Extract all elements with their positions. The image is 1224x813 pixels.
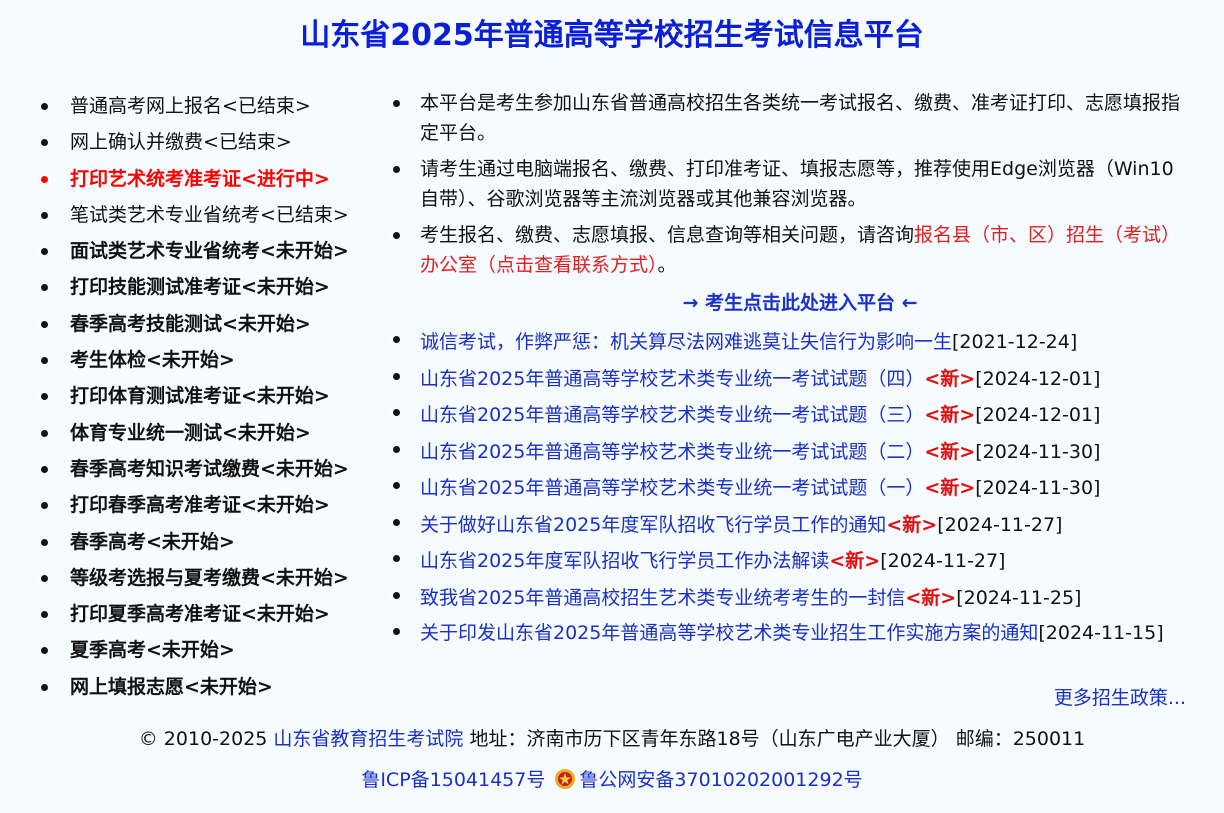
notice-text: 本平台是考生参加山东省普通高校招生各类统一考试报名、缴费、准考证打印、志愿填报指…: [420, 92, 1181, 144]
more-policies-link[interactable]: 更多招生政策...: [1054, 683, 1186, 710]
menu-item[interactable]: 网上确认并缴费<已结束>: [36, 124, 386, 160]
news-date: [2024-11-27]: [880, 550, 1006, 572]
main-content: 本平台是考生参加山东省普通高校招生各类统一考试报名、缴费、准考证打印、志愿填报指…: [390, 88, 1190, 648]
news-title-link[interactable]: 关于做好山东省2025年度军队招收飞行学员工作的通知: [420, 514, 886, 536]
notice-text-end: 。: [657, 254, 677, 276]
new-badge: <新>: [924, 404, 976, 426]
menu-item[interactable]: 网上填报志愿<未开始>: [36, 669, 386, 705]
menu-item[interactable]: 体育专业统一测试<未开始>: [36, 415, 386, 451]
notice-text: 考生报名、缴费、志愿填报、信息查询等相关问题，请咨询: [420, 224, 915, 246]
notice-text: 请考生通过电脑端报名、缴费、打印准考证、填报志愿等，推荐使用Edge浏览器（Wi…: [420, 158, 1174, 210]
exam-progress-menu: 普通高考网上报名<已结束> 网上确认并缴费<已结束> 打印艺术统考准考证<进行中> 笔…: [36, 88, 386, 705]
police-badge-icon: [553, 767, 577, 791]
menu-item[interactable]: 打印体育测试准考证<未开始>: [36, 378, 386, 414]
enter-platform-link[interactable]: → 考生点击此处进入平台 ←: [390, 288, 1190, 318]
news-item: 山东省2025年普通高等学校艺术类专业统一考试试题（四）<新>[2024-12-…: [390, 361, 1190, 398]
menu-item[interactable]: 春季高考知识考试缴费<未开始>: [36, 451, 386, 487]
menu-item[interactable]: 夏季高考<未开始>: [36, 632, 386, 668]
footer-beian: 鲁ICP备15041457号 鲁公网安备37010202001292号: [0, 765, 1224, 792]
news-item: 诚信考试，作弊严惩：机关算尽法网难逃莫让失信行为影响一生[2021-12-24]: [390, 324, 1190, 361]
news-date: [2024-11-25]: [956, 586, 1082, 609]
icp-link[interactable]: 鲁ICP备15041457号: [361, 769, 545, 791]
news-title-link[interactable]: 山东省2025年普通高等学校艺术类专业统一考试试题（二）: [420, 441, 924, 463]
menu-item[interactable]: 打印夏季高考准考证<未开始>: [36, 596, 386, 632]
news-title-link[interactable]: 山东省2025年普通高等学校艺术类专业统一考试试题（四）: [420, 368, 924, 390]
news-item: 致我省2025年普通高校招生艺术类专业统考考生的一封信<新>[2024-11-2…: [390, 580, 1190, 617]
news-item: 山东省2025年普通高等学校艺术类专业统一考试试题（二）<新>[2024-11-…: [390, 434, 1190, 471]
org-link[interactable]: 山东省教育招生考试院: [273, 728, 463, 750]
menu-item[interactable]: 等级考选报与夏考缴费<未开始>: [36, 560, 386, 596]
news-date: [2024-11-15]: [1038, 622, 1164, 644]
news-date: [2024-12-01]: [975, 404, 1101, 426]
news-item: 山东省2025年普通高等学校艺术类专业统一考试试题（一）<新>[2024-11-…: [390, 470, 1190, 507]
new-badge: <新>: [924, 367, 976, 390]
new-badge: <新>: [924, 477, 976, 499]
police-beian-link[interactable]: 鲁公网安备37010202001292号: [579, 769, 862, 791]
new-badge: <新>: [905, 586, 957, 609]
menu-item[interactable]: 打印春季高考准考证<未开始>: [36, 487, 386, 523]
menu-item[interactable]: 春季高考技能测试<未开始>: [36, 306, 386, 342]
news-title-link[interactable]: 关于印发山东省2025年普通高等学校艺术类专业招生工作实施方案的通知: [420, 622, 1038, 644]
address-text: 地址：济南市历下区青年东路18号（山东广电产业大厦） 邮编：250011: [463, 728, 1086, 750]
news-title-link[interactable]: 诚信考试，作弊严惩：机关算尽法网难逃莫让失信行为影响一生: [420, 331, 952, 353]
news-item: 关于印发山东省2025年普通高等学校艺术类专业招生工作实施方案的通知[2024-…: [390, 616, 1190, 648]
menu-item[interactable]: 普通高考网上报名<已结束>: [36, 88, 386, 124]
menu-item[interactable]: 春季高考<未开始>: [36, 524, 386, 560]
new-badge: <新>: [924, 440, 976, 463]
notice-item: 考生报名、缴费、志愿填报、信息查询等相关问题，请咨询报名县（市、区）招生（考试）…: [390, 220, 1190, 280]
news-item: 关于做好山东省2025年度军队招收飞行学员工作的通知<新>[2024-11-27…: [390, 507, 1190, 544]
footer-copyright: © 2010-2025 山东省教育招生考试院 地址：济南市历下区青年东路18号（…: [0, 724, 1224, 751]
menu-item[interactable]: 面试类艺术专业省统考<未开始>: [36, 233, 386, 269]
news-date: [2024-12-01]: [975, 367, 1101, 390]
menu-item[interactable]: 笔试类艺术专业省统考<已结束>: [36, 197, 386, 233]
menu-item[interactable]: 打印技能测试准考证<未开始>: [36, 269, 386, 305]
news-date: [2024-11-30]: [975, 477, 1101, 499]
menu-item[interactable]: 考生体检<未开始>: [36, 342, 386, 378]
news-item: 山东省2025年度军队招收飞行学员工作办法解读<新>[2024-11-27]: [390, 543, 1190, 580]
menu-item[interactable]: 打印艺术统考准考证<进行中>: [36, 161, 386, 197]
notice-item: 本平台是考生参加山东省普通高校招生各类统一考试报名、缴费、准考证打印、志愿填报指…: [390, 88, 1190, 148]
news-title-link[interactable]: 山东省2025年度军队招收飞行学员工作办法解读: [420, 550, 829, 572]
new-badge: <新>: [829, 550, 881, 572]
news-title-link[interactable]: 山东省2025年普通高等学校艺术类专业统一考试试题（三）: [420, 404, 924, 426]
news-title-link[interactable]: 致我省2025年普通高校招生艺术类专业统考考生的一封信: [420, 587, 905, 609]
new-badge: <新>: [886, 513, 938, 536]
news-date: [2024-11-30]: [975, 440, 1101, 463]
news-date: [2024-11-27]: [937, 513, 1063, 536]
notice-item: 请考生通过电脑端报名、缴费、打印准考证、填报志愿等，推荐使用Edge浏览器（Wi…: [390, 154, 1190, 214]
news-date: [2021-12-24]: [952, 331, 1078, 353]
notice-list: 本平台是考生参加山东省普通高校招生各类统一考试报名、缴费、准考证打印、志愿填报指…: [390, 88, 1190, 280]
page-title: 山东省2025年普通高等学校招生考试信息平台: [300, 18, 924, 53]
news-list: 诚信考试，作弊严惩：机关算尽法网难逃莫让失信行为影响一生[2021-12-24]…: [390, 324, 1190, 648]
news-title-link[interactable]: 山东省2025年普通高等学校艺术类专业统一考试试题（一）: [420, 477, 924, 499]
news-item: 山东省2025年普通高等学校艺术类专业统一考试试题（三）<新>[2024-12-…: [390, 397, 1190, 434]
copyright-text: © 2010-2025: [138, 728, 274, 750]
